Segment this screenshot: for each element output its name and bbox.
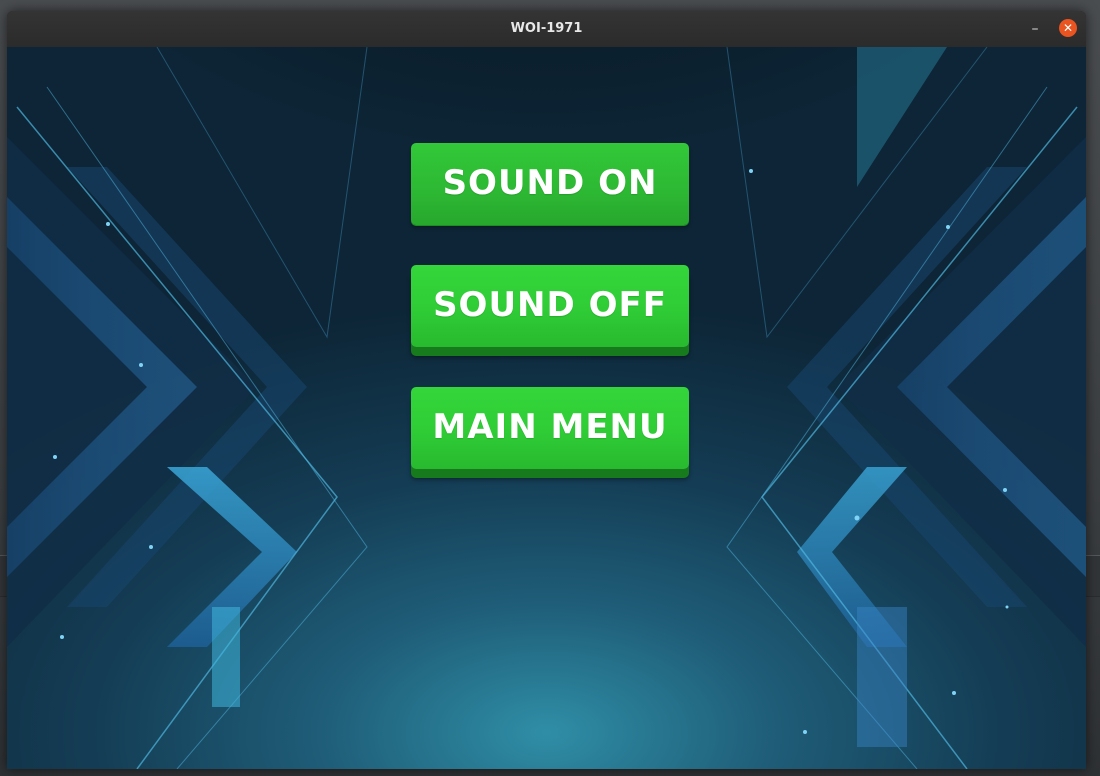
game-window: WOI-1971 – ✕ SOUND ON SOUND OFF MAIN MEN… [7, 11, 1086, 769]
main-menu-button[interactable]: MAIN MENU [411, 387, 689, 469]
sound-on-button[interactable]: SOUND ON [411, 143, 689, 225]
sound-off-button[interactable]: SOUND OFF [411, 265, 689, 347]
close-icon[interactable]: ✕ [1059, 19, 1077, 37]
game-canvas: SOUND ON SOUND OFF MAIN MENU [7, 47, 1086, 769]
window-title: WOI-1971 [510, 21, 583, 36]
window-titlebar[interactable]: WOI-1971 – ✕ [7, 11, 1086, 48]
minimize-icon[interactable]: – [1025, 19, 1045, 39]
